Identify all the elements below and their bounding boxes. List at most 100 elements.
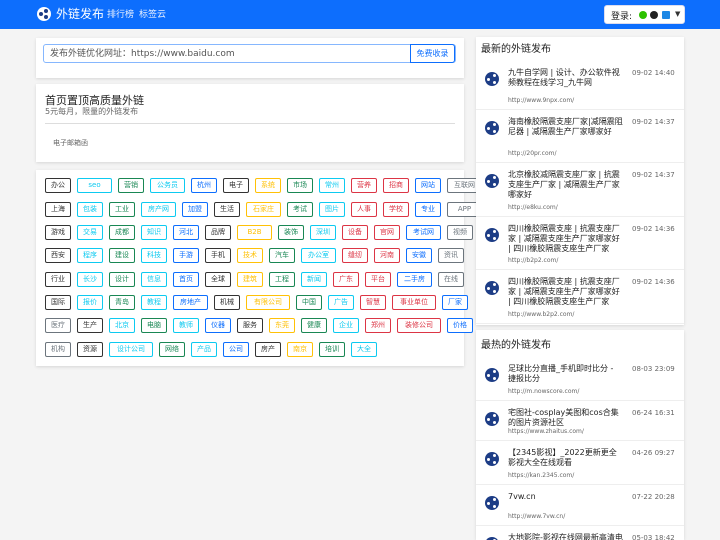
tag-link[interactable]: 医疗 [45, 318, 71, 333]
nav-link-tag-cloud[interactable]: 标签云 [139, 8, 166, 22]
tag-link[interactable]: 人事 [351, 202, 377, 217]
item-title-link[interactable]: 宅图社-cosplay美图和cos合集的图片资源社区 [508, 408, 623, 428]
tag-link[interactable]: 装修公司 [397, 318, 441, 333]
tag-link[interactable]: 科技 [141, 248, 167, 263]
item-title-link[interactable]: 海南橡胶隔震支座厂家|减隔震阻尼器 | 减隔震生产厂家哪家好 [508, 117, 623, 137]
tag-link[interactable]: 河北 [173, 225, 199, 240]
tag-link[interactable]: 资源 [77, 342, 103, 357]
tag-link[interactable]: 程序 [77, 248, 103, 263]
tag-link[interactable]: 平台 [365, 272, 391, 287]
tag-link[interactable]: 营销 [118, 178, 144, 193]
tag-link[interactable]: 营养 [351, 178, 377, 193]
qq-icon[interactable] [650, 11, 658, 19]
tag-link[interactable]: 深圳 [310, 225, 336, 240]
item-title-link[interactable]: 大地影院-影视在线网最新高清电 [508, 533, 623, 540]
tag-link[interactable]: 系统 [255, 178, 281, 193]
tag-link[interactable]: 工程 [269, 272, 295, 287]
tag-link[interactable]: 考试 [287, 202, 313, 217]
tag-link[interactable]: 广告 [328, 295, 354, 310]
item-title-link[interactable]: 四川橡胶隔震支座 | 抗震支座厂家 | 减隔震支座生产厂家哪家好 | 四川橡胶隔… [508, 277, 623, 307]
tag-link[interactable]: 生活 [214, 202, 240, 217]
tag-link[interactable]: 游戏 [45, 225, 71, 240]
list-item[interactable]: 四川橡胶隔震支座 | 抗震支座厂家 | 减隔震支座生产厂家哪家好 | 四川橡胶隔… [476, 217, 684, 270]
tag-link[interactable]: 教程 [141, 295, 167, 310]
url-input[interactable] [44, 45, 412, 62]
site-logo-icon[interactable] [37, 7, 51, 21]
tag-link[interactable]: 中国 [296, 295, 322, 310]
list-item[interactable]: 海南橡胶隔震支座厂家|减隔震阻尼器 | 减隔震生产厂家哪家好 http://20p… [476, 110, 684, 163]
chevron-down-icon[interactable]: ▼ [675, 10, 680, 18]
tag-link[interactable]: 房产 [255, 342, 281, 357]
tag-link[interactable]: 安徽 [406, 248, 432, 263]
tag-link[interactable]: 学校 [383, 202, 409, 217]
tag-link[interactable]: 专业 [415, 202, 441, 217]
tag-link[interactable]: 教师 [173, 318, 199, 333]
item-title-link[interactable]: 四川橡胶隔震支座 | 抗震支座厂家 | 减隔震支座生产厂家哪家好 | 四川橡胶隔… [508, 224, 623, 254]
tag-link[interactable]: 在线 [438, 272, 464, 287]
tag-link[interactable]: 全球 [205, 272, 231, 287]
tag-link[interactable]: 房产网 [141, 202, 176, 217]
tag-link[interactable]: 办公 [45, 178, 71, 193]
tag-link[interactable]: 品牌 [205, 225, 231, 240]
brand-name[interactable]: 外链发布 [56, 6, 104, 22]
tag-link[interactable]: 二手房 [397, 272, 432, 287]
tag-link[interactable]: 上海 [45, 202, 71, 217]
tag-link[interactable]: 青岛 [109, 295, 135, 310]
tag-link[interactable]: 建设 [109, 248, 135, 263]
tag-link[interactable]: 交易 [77, 225, 103, 240]
tag-link[interactable]: 设计 [109, 272, 135, 287]
tag-link[interactable]: 考试网 [406, 225, 441, 240]
tag-link[interactable]: 工业 [109, 202, 135, 217]
tag-link[interactable]: 市场 [287, 178, 313, 193]
tag-link[interactable]: 南京 [287, 342, 313, 357]
tag-link[interactable]: 产品 [191, 342, 217, 357]
tag-link[interactable]: 电子 [223, 178, 249, 193]
tag-link[interactable]: 汽车 [269, 248, 295, 263]
tag-link[interactable]: 办公室 [301, 248, 336, 263]
tag-link[interactable]: 设计公司 [109, 342, 153, 357]
tag-link[interactable]: 大全 [351, 342, 377, 357]
tag-link[interactable]: seo [77, 178, 112, 193]
tag-link[interactable]: 东莞 [269, 318, 295, 333]
tag-link[interactable]: B2B [237, 225, 272, 240]
tag-link[interactable]: 成都 [109, 225, 135, 240]
tag-link[interactable]: 智慧 [360, 295, 386, 310]
tag-link[interactable]: 行业 [45, 272, 71, 287]
tag-link[interactable]: 信息 [141, 272, 167, 287]
tag-link[interactable]: 手机 [205, 248, 231, 263]
tag-link[interactable]: 杭州 [191, 178, 217, 193]
tag-link[interactable]: 北京 [109, 318, 135, 333]
alipay-icon[interactable] [662, 11, 670, 19]
tag-link[interactable]: 河南 [374, 248, 400, 263]
tag-link[interactable]: 广东 [333, 272, 359, 287]
item-title-link[interactable]: 足球比分直播_手机即时比分 - 捷报比分 [508, 364, 623, 384]
tag-link[interactable]: 长沙 [77, 272, 103, 287]
tag-link[interactable]: 网络 [159, 342, 185, 357]
tag-link[interactable]: 网站 [415, 178, 441, 193]
tag-link[interactable]: 技术 [237, 248, 263, 263]
list-item[interactable]: 北京橡胶减隔震支座厂家 | 抗震支座生产厂家 | 减隔震生产厂家哪家好 http:… [476, 163, 684, 217]
tag-link[interactable]: 报价 [77, 295, 103, 310]
tag-link[interactable]: 官网 [374, 225, 400, 240]
tag-link[interactable]: 图片 [319, 202, 345, 217]
tag-link[interactable]: 公司 [223, 342, 249, 357]
tag-link[interactable]: 培训 [319, 342, 345, 357]
tag-link[interactable]: 资讯 [438, 248, 464, 263]
tag-link[interactable]: 企业 [333, 318, 359, 333]
tag-link[interactable]: 国际 [45, 295, 71, 310]
tag-link[interactable]: 机构 [45, 342, 71, 357]
tag-link[interactable]: 知识 [141, 225, 167, 240]
item-title-link[interactable]: 九牛自学网 | 设计、办公软件视频教程在线学习_九牛网 [508, 68, 623, 88]
item-title-link[interactable]: 北京橡胶减隔震支座厂家 | 抗震支座生产厂家 | 减隔震生产厂家哪家好 [508, 170, 623, 200]
tag-link[interactable]: 郑州 [365, 318, 391, 333]
tag-link[interactable]: 缝纫 [342, 248, 368, 263]
tag-link[interactable]: 装饰 [278, 225, 304, 240]
list-item[interactable]: 【2345影视】_2022更新更全影视大全在线观看 https://kan.234… [476, 441, 684, 485]
tag-link[interactable]: 视频 [447, 225, 473, 240]
tag-link[interactable]: 建筑 [237, 272, 263, 287]
tag-link[interactable]: 加盟 [182, 202, 208, 217]
list-item[interactable]: 九牛自学网 | 设计、办公软件视频教程在线学习_九牛网 http://www.9n… [476, 61, 684, 110]
wechat-icon[interactable] [639, 11, 647, 19]
item-title-link[interactable]: 7vw.cn [508, 492, 623, 502]
list-item[interactable]: 宅图社-cosplay美图和cos合集的图片资源社区 https://www.zh… [476, 401, 684, 441]
